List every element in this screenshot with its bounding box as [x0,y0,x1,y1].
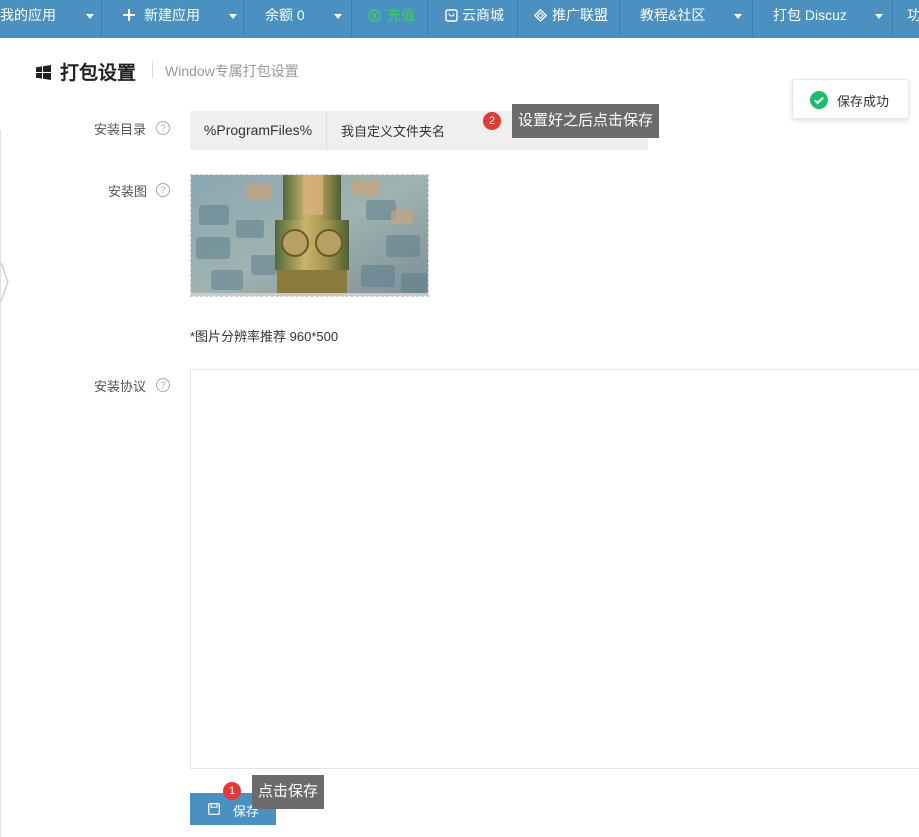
sidebar-edge [0,130,1,837]
chevron-down-icon [229,14,237,19]
success-toast: 保存成功 [792,79,909,119]
chevron-down-icon [875,14,883,19]
nav-cloud-store-label: 云商城 [462,7,504,23]
plus-icon [123,9,135,21]
help-icon[interactable]: ? [156,121,170,135]
toast-message: 保存成功 [837,94,890,109]
nav-balance[interactable]: 余额 0 [245,0,352,38]
nav-pack-discuz[interactable]: 打包 Discuz [754,0,893,38]
install-image-preview [191,175,428,296]
annotation-tooltip-1: 点击保存 [252,775,325,809]
chevron-down-icon [86,14,94,19]
image-resolution-note: *图片分辨率推荐 960*500 [190,329,339,344]
chevron-down-icon [734,14,742,19]
nav-my-apps-label: 我的应用 [0,7,56,23]
windows-icon [36,65,51,80]
check-circle-icon [810,91,828,109]
nav-cloud-store[interactable]: 云商城 [429,0,518,38]
install-dir-prefix: %ProgramFiles% [190,111,327,150]
nav-more-label: 功 [907,7,919,23]
nav-balance-label: 余额 0 [265,7,305,23]
nav-more[interactable]: 功 [894,0,919,38]
nav-affiliate[interactable]: 推广联盟 [519,0,620,38]
sidebar-toggle-icon[interactable] [0,262,10,302]
nav-affiliate-label: 推广联盟 [552,7,608,23]
page-title: 打包设置 [60,63,137,84]
nav-tutorials-label: 教程&社区 [640,7,706,23]
title-divider [152,61,153,78]
page-subtitle: Window专属打包设置 [165,63,299,79]
install-image-label: 安装图 [108,184,148,199]
annotation-tooltip-2: 设置好之后点击保存 [512,104,660,138]
nav-my-apps[interactable]: 我的应用 [0,0,102,38]
annotation-badge-2: 2 [483,112,501,130]
nav-new-app-label: 新建应用 [144,7,200,23]
save-icon [208,803,220,815]
yuan-circle-icon [368,9,381,22]
chevron-down-icon [334,14,342,19]
install-dir-label: 安装目录 [94,122,147,137]
nav-recharge-label: 充值 [387,7,415,23]
annotation-badge-1: 1 [223,782,241,800]
nav-pack-discuz-label: 打包 Discuz [773,7,847,23]
agreement-textarea[interactable] [190,369,919,769]
top-nav: 我的应用 新建应用 余额 0 充值 云商城 推广联盟 教程&社区 打包 Disc… [0,0,919,38]
nav-tutorials-community[interactable]: 教程&社区 [621,0,753,38]
agreement-label: 安装协议 [94,379,147,394]
nav-recharge[interactable]: 充值 [353,0,428,38]
shopping-bag-icon [445,9,458,22]
diamond-icon [534,9,547,22]
nav-new-app[interactable]: 新建应用 [103,0,244,38]
install-image-upload[interactable] [190,174,429,297]
help-icon[interactable]: ? [156,183,170,197]
help-icon[interactable]: ? [156,378,170,392]
